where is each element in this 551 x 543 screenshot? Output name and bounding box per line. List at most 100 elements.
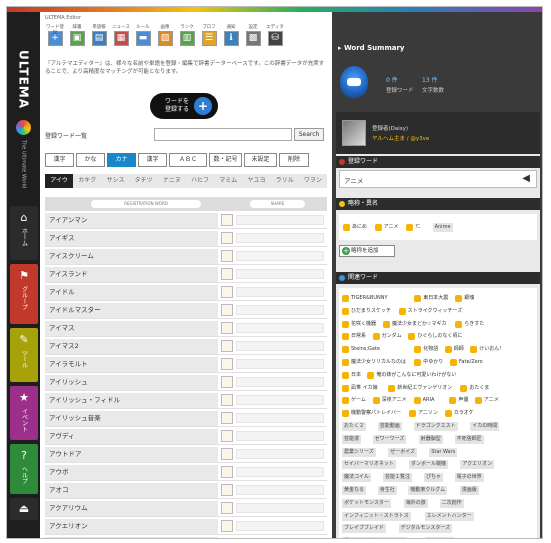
word-name[interactable]: アイドル	[45, 285, 218, 300]
word-tag[interactable]: 中ゆかり	[414, 358, 443, 367]
word-tag[interactable]: 日常系	[342, 332, 366, 341]
word-tag[interactable]: インフィニット・ストラトス	[342, 511, 411, 521]
word-tag[interactable]: 海外の旅	[403, 498, 428, 508]
sidebar-item-event[interactable]: ★ イベント	[10, 386, 38, 440]
word-tag[interactable]: 声優	[449, 396, 468, 405]
kana-tab[interactable]: ラリル	[271, 174, 299, 188]
word-tag[interactable]: 魔法コイル	[342, 473, 372, 483]
word-tag[interactable]: TIGER&BUNNY	[342, 294, 388, 303]
word-name[interactable]: アウボ	[45, 465, 218, 480]
toolbar-tool-8[interactable]: 通知 ℹ	[221, 24, 241, 54]
table-row[interactable]: アイスランド	[45, 266, 327, 283]
search-button[interactable]: Search	[294, 128, 324, 141]
word-name[interactable]: アイリッシュ	[45, 375, 218, 390]
word-tag[interactable]: 日本	[342, 371, 361, 380]
kana-tab[interactable]: タチツ	[130, 174, 158, 188]
word-tag[interactable]: あにめ	[343, 223, 367, 232]
word-tag[interactable]: 芸能動画	[377, 422, 402, 431]
add-alias-button[interactable]: + 略称を追加	[339, 245, 395, 257]
word-tag[interactable]: 化物語	[414, 345, 438, 354]
word-name[interactable]: アイマス2	[45, 339, 218, 354]
word-tag[interactable]: ARIA	[413, 396, 434, 405]
category-button[interactable]: ＡＢＣ	[169, 153, 207, 167]
word-name[interactable]: アヴディ	[45, 429, 218, 444]
word-name[interactable]: アイマス	[45, 321, 218, 336]
word-tag[interactable]: 魔法少女リリカルなのは	[342, 358, 406, 367]
word-tag[interactable]: ｱﾆ	[406, 223, 420, 232]
word-tag[interactable]: ガンダム	[372, 332, 402, 341]
speaker-icon[interactable]: ◀	[522, 173, 530, 184]
avatar[interactable]	[342, 120, 366, 146]
share-thumbnail-icon[interactable]	[221, 448, 233, 460]
word-name[interactable]: アイギス	[45, 231, 218, 246]
word-name[interactable]: アイスクリーム	[45, 249, 218, 264]
word-tag[interactable]: 花咲く機器	[342, 320, 376, 329]
toolbar-tool-6[interactable]: ランク ▥	[177, 24, 197, 54]
word-tag[interactable]: 電子の世界	[454, 473, 484, 483]
toolbar-tool-5[interactable]: 画像 ▧	[155, 24, 175, 54]
word-tag[interactable]: ゲーム	[342, 396, 366, 405]
category-button[interactable]: 未設定	[244, 153, 277, 167]
word-tag[interactable]: 漫画サイズ アルティメット	[342, 537, 408, 538]
word-tag[interactable]: おたくま	[460, 384, 489, 393]
category-button[interactable]: 削除	[279, 153, 309, 167]
word-name[interactable]: アイドルマスター	[45, 303, 218, 318]
word-tag[interactable]: 東日本大震	[414, 294, 448, 303]
word-name[interactable]: アイリッシュ・フィドル	[45, 393, 218, 408]
share-thumbnail-icon[interactable]	[221, 268, 233, 280]
sidebar-item-tools[interactable]: ✎ ツール	[10, 328, 38, 382]
share-thumbnail-icon[interactable]	[221, 538, 233, 539]
word-tag[interactable]: ぴちゃ	[424, 473, 444, 483]
table-row[interactable]: アイギス	[45, 230, 327, 247]
table-row[interactable]: アウボ	[45, 464, 327, 481]
toolbar-tool-1[interactable]: 辞書 ▣	[67, 24, 87, 54]
category-button[interactable]: 漢字	[45, 153, 74, 167]
kana-tab[interactable]: マミム	[214, 174, 242, 188]
word-tag[interactable]: カラオケ	[444, 409, 474, 418]
share-thumbnail-icon[interactable]	[221, 304, 233, 316]
word-tag[interactable]: 芸能漫	[342, 434, 362, 444]
word-tag[interactable]: 師師	[444, 345, 464, 354]
share-thumbnail-icon[interactable]	[221, 322, 233, 334]
table-row[interactable]: アイスクリーム	[45, 248, 327, 265]
share-thumbnail-icon[interactable]	[221, 286, 233, 298]
toolbar-tool-4[interactable]: ルール ▬	[133, 24, 153, 54]
share-thumbnail-icon[interactable]	[221, 412, 233, 424]
table-row[interactable]: アイアンマン	[45, 212, 327, 229]
table-row[interactable]: アイドルマスター	[45, 302, 327, 319]
word-tag[interactable]: 二次創作	[439, 498, 464, 508]
category-button[interactable]: 数・記号	[209, 153, 242, 167]
word-tag[interactable]: アニソン	[409, 409, 438, 418]
table-row[interactable]: アクエリオンEVOL	[45, 536, 327, 539]
word-tag[interactable]: 漫画版	[459, 486, 479, 495]
word-tag[interactable]: 俺の妹がこんなに可愛いわけがない	[367, 371, 456, 380]
word-tag[interactable]: Star Wars	[429, 447, 458, 457]
table-row[interactable]: アウトドア	[45, 446, 327, 463]
word-tag[interactable]: 深夜アニメ	[372, 396, 407, 405]
kana-tab[interactable]: ワヲン	[299, 174, 327, 188]
kana-tab[interactable]: ヤユヨ	[242, 174, 270, 188]
toolbar-tool-0[interactable]: ワード登録+	[45, 24, 65, 54]
word-name[interactable]: アイリッシュ音楽	[45, 411, 218, 426]
word-tag[interactable]: ポケットモンスター	[342, 498, 391, 508]
word-name[interactable]: アイラモルト	[45, 357, 218, 372]
kana-tab[interactable]: カキク	[73, 174, 101, 188]
registrant-handle[interactable]: ヤルヘム主ま / @y3ve	[372, 134, 429, 142]
share-thumbnail-icon[interactable]	[221, 466, 233, 478]
word-tag[interactable]: アクエリオン	[460, 460, 495, 470]
toolbar-tool-3[interactable]: ニュース ▦	[111, 24, 131, 54]
register-word-button[interactable]: ワードを 登録する +	[150, 93, 218, 119]
share-thumbnail-icon[interactable]	[221, 214, 233, 226]
category-button[interactable]: カナ	[107, 153, 136, 167]
table-row[interactable]: アヴディ	[45, 428, 327, 445]
table-row[interactable]: アイマス	[45, 320, 327, 337]
word-tag[interactable]: 機動楽クルグム	[408, 486, 448, 495]
word-tag[interactable]: ストライクウィッチーズ	[398, 307, 462, 316]
word-tag[interactable]: Steins;Gate	[342, 345, 380, 354]
word-name[interactable]: アイスランド	[45, 267, 218, 282]
word-tag[interactable]: Fate/Zero	[450, 358, 483, 367]
word-tag[interactable]: 身生社	[377, 486, 397, 495]
sidebar-item-home[interactable]: ⌂ ホーム	[10, 206, 38, 260]
word-name[interactable]: アウトドア	[45, 447, 218, 462]
word-tag[interactable]: 銀魂	[455, 294, 474, 303]
